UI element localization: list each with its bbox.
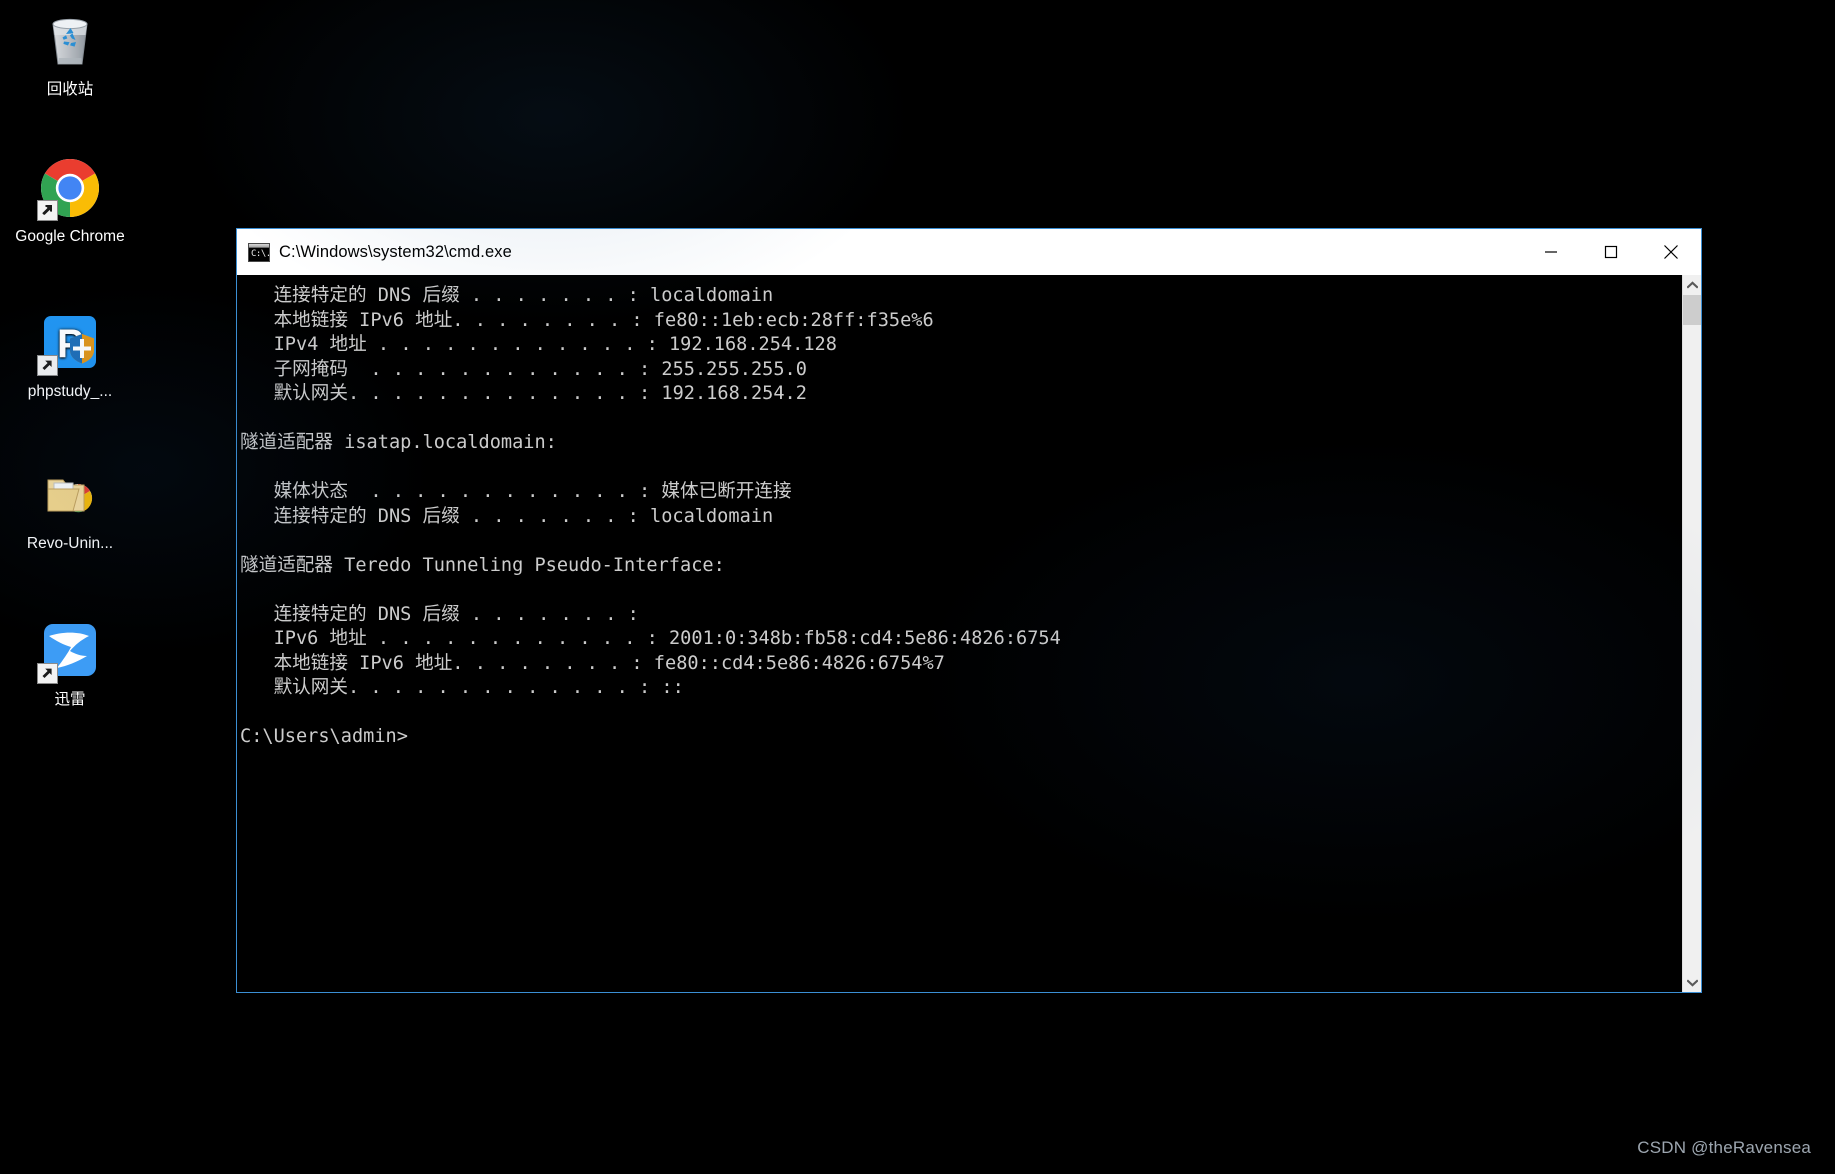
window-titlebar[interactable]: C:\. C:\Windows\system32\cmd.exe bbox=[237, 229, 1701, 275]
cmd-icon: C:\. bbox=[248, 242, 270, 262]
chevron-up-icon[interactable] bbox=[1683, 275, 1701, 294]
desktop-icon-label: 回收站 bbox=[46, 81, 94, 98]
desktop-icon-recycle-bin[interactable]: 回收站 bbox=[14, 8, 126, 99]
desktop: 回收站 Google Chrome P bbox=[0, 0, 1835, 1174]
console-area[interactable]: 连接特定的 DNS 后缀 . . . . . . . : localdomain… bbox=[237, 275, 1701, 992]
chevron-down-icon[interactable] bbox=[1683, 973, 1701, 992]
recycle-bin-icon bbox=[37, 8, 103, 74]
xunlei-icon bbox=[37, 618, 103, 684]
cmd-window[interactable]: C:\. C:\Windows\system32\cmd.exe 连接特定的 D… bbox=[236, 228, 1702, 993]
desktop-icon-label: phpstudy_... bbox=[27, 383, 113, 400]
console-output[interactable]: 连接特定的 DNS 后缀 . . . . . . . : localdomain… bbox=[237, 275, 1682, 992]
window-title: C:\Windows\system32\cmd.exe bbox=[279, 242, 512, 261]
phpstudy-icon: P bbox=[37, 310, 103, 376]
desktop-icon-label: Google Chrome bbox=[15, 228, 125, 245]
desktop-icon-label: Revo-Unin... bbox=[26, 535, 114, 552]
scrollbar-thumb[interactable] bbox=[1683, 295, 1701, 325]
shortcut-arrow-icon bbox=[37, 200, 58, 221]
desktop-icon-google-chrome[interactable]: Google Chrome bbox=[14, 155, 126, 246]
cmd-icon-prompt: C:\. bbox=[251, 248, 270, 259]
watermark: CSDN @theRavensea bbox=[1637, 1138, 1811, 1157]
close-button[interactable] bbox=[1641, 229, 1701, 275]
chrome-icon bbox=[37, 155, 103, 221]
folder-icon bbox=[37, 462, 103, 528]
window-controls bbox=[1521, 229, 1701, 275]
maximize-button[interactable] bbox=[1581, 229, 1641, 275]
shortcut-arrow-icon bbox=[37, 663, 58, 684]
desktop-icon-label: 迅雷 bbox=[54, 691, 86, 708]
console-scrollbar[interactable] bbox=[1682, 275, 1701, 992]
desktop-icon-xunlei[interactable]: 迅雷 bbox=[14, 618, 126, 709]
shortcut-arrow-icon bbox=[37, 355, 58, 376]
desktop-icon-phpstudy[interactable]: P phpstudy_... bbox=[14, 310, 126, 401]
minimize-button[interactable] bbox=[1521, 229, 1581, 275]
desktop-icon-revo-uninstaller[interactable]: Revo-Unin... bbox=[14, 462, 126, 553]
